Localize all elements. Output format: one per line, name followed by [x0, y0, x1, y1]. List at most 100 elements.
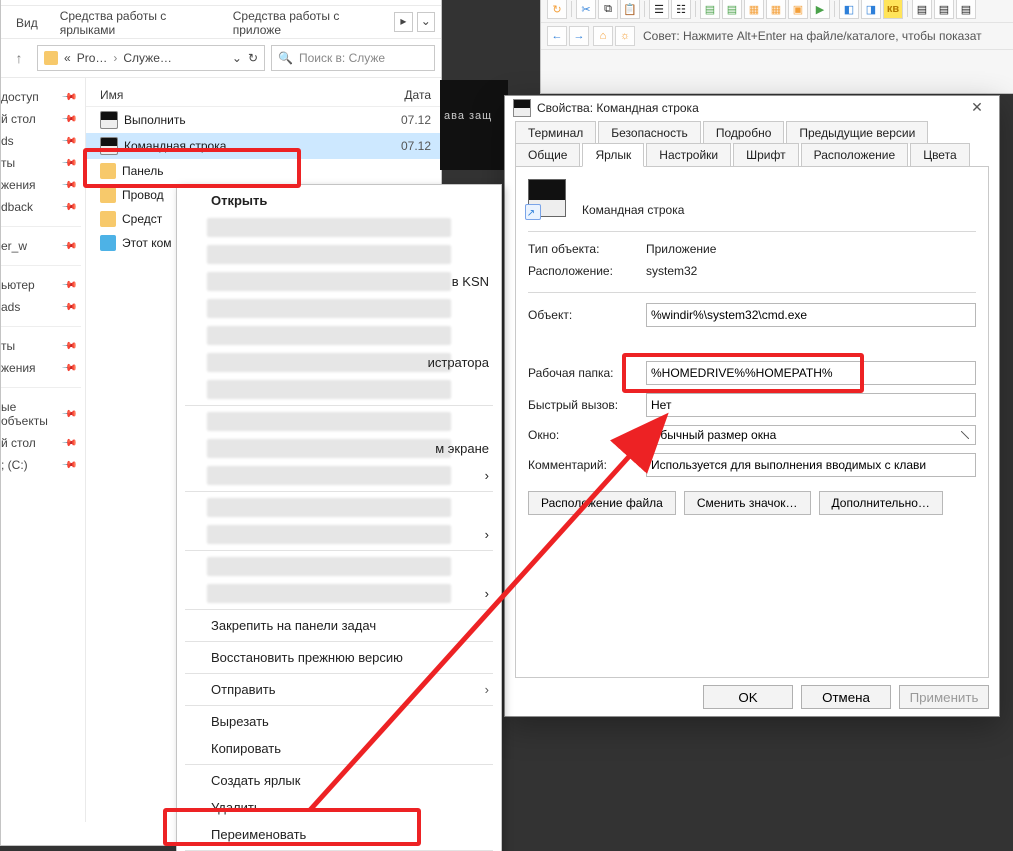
address-bar[interactable]: « Pro… › Служе… ⌄ ↻: [37, 45, 265, 71]
menu-item[interactable]: x: [177, 214, 501, 241]
menu-item[interactable]: x м экране: [177, 435, 501, 462]
advanced-button[interactable]: Дополнительно…: [819, 491, 943, 515]
zip-icon[interactable]: ▦: [744, 0, 764, 19]
copy-icon[interactable]: ⧉: [598, 0, 618, 19]
refresh-icon[interactable]: ↻: [547, 0, 567, 19]
menu-item[interactable]: x: [177, 408, 501, 435]
tab-Шрифт[interactable]: Шрифт: [733, 143, 798, 167]
sidebar-item[interactable]: ads📌: [1, 296, 81, 318]
menu-item[interactable]: x: [177, 295, 501, 322]
menu-item[interactable]: Переименовать: [177, 821, 501, 848]
menu-item[interactable]: Отправить ›: [177, 676, 501, 703]
tab-Расположение[interactable]: Расположение: [801, 143, 909, 167]
view-icon[interactable]: ☷: [671, 0, 691, 19]
file-icon[interactable]: ▤: [722, 0, 742, 19]
menu-item[interactable]: Вырезать: [177, 708, 501, 735]
column-date[interactable]: Дата: [375, 88, 441, 102]
ribbon-tab[interactable]: Вид: [7, 9, 47, 36]
close-button[interactable]: ✕: [395, 0, 435, 4]
tab-Терминал[interactable]: Терминал: [515, 121, 596, 144]
menu-item[interactable]: x истратора: [177, 349, 501, 376]
open-location-button[interactable]: Расположение файла: [528, 491, 676, 515]
sidebar-item[interactable]: er_w📌: [1, 235, 81, 257]
ribbon-tab[interactable]: Средства работы с ярлыками: [51, 2, 220, 43]
sidebar-item[interactable]: й стол📌: [1, 108, 81, 130]
package-icon[interactable]: ▣: [788, 0, 808, 19]
tab-Общие[interactable]: Общие: [515, 143, 580, 167]
cancel-button[interactable]: Отмена: [801, 685, 891, 709]
tab-Подробно[interactable]: Подробно: [703, 121, 785, 144]
menu-item[interactable]: x: [177, 241, 501, 268]
tool-icon[interactable]: ▤: [912, 0, 932, 19]
tab-Безопасность[interactable]: Безопасность: [598, 121, 701, 144]
hotkey-input[interactable]: [646, 393, 976, 417]
tab-Цвета[interactable]: Цвета: [910, 143, 969, 167]
fwd-icon[interactable]: →: [569, 26, 589, 46]
back-icon[interactable]: ←: [547, 26, 567, 46]
menu-item[interactable]: Создать ярлык: [177, 767, 501, 794]
close-icon[interactable]: ✕: [961, 99, 993, 116]
change-icon-button[interactable]: Сменить значок…: [684, 491, 811, 515]
menu-item[interactable]: x: [177, 494, 501, 521]
sidebar-item[interactable]: dback📌: [1, 196, 81, 218]
sidebar-item[interactable]: доступ📌: [1, 86, 81, 108]
sidebar-item[interactable]: ты📌: [1, 335, 81, 357]
search-input[interactable]: 🔍 Поиск в: Служе: [271, 45, 435, 71]
apply-button[interactable]: Применить: [899, 685, 989, 709]
ribbon-tab[interactable]: Средства работы с приложе: [224, 2, 386, 43]
tc-toolbar-1[interactable]: ↻ ✂ ⧉ 📋 ☰ ☷ ▤ ▤ ▦ ▦ ▣ ▶ ◧ ◨ кв ▤ ▤ ▤: [541, 0, 1013, 23]
home-icon[interactable]: ⌂: [593, 26, 613, 46]
cut-icon[interactable]: ✂: [576, 0, 596, 19]
tab-Предыдущие версии[interactable]: Предыдущие версии: [786, 121, 928, 144]
play-icon[interactable]: ▸: [394, 12, 412, 32]
explorer-sidebar[interactable]: доступ📌 й стол📌 ds📌 ты📌 жения📌 dback📌 er…: [1, 78, 86, 822]
target-input[interactable]: [646, 303, 976, 327]
file-icon[interactable]: ▤: [700, 0, 720, 19]
menu-item[interactable]: Открыть: [177, 187, 501, 214]
working-folder-input[interactable]: [646, 361, 976, 385]
sidebar-item[interactable]: ьютер📌: [1, 274, 81, 296]
tc-toolbar-2[interactable]: ← → ⌂ ☼ Совет: Нажмите Alt+Enter на файл…: [541, 23, 1013, 50]
sidebar-item[interactable]: ds📌: [1, 130, 81, 152]
tool-icon[interactable]: ▤: [956, 0, 976, 19]
expand-ribbon-button[interactable]: ⌄: [417, 12, 435, 32]
net-icon[interactable]: ◨: [861, 0, 881, 19]
view-icon[interactable]: ☰: [649, 0, 669, 19]
ftp-icon[interactable]: ◧: [839, 0, 859, 19]
menu-item[interactable]: x ›: [177, 462, 501, 489]
sun-icon[interactable]: ☼: [615, 26, 635, 46]
zip-icon[interactable]: ▦: [766, 0, 786, 19]
menu-item[interactable]: Удалить: [177, 794, 501, 821]
sidebar-item[interactable]: ты📌: [1, 152, 81, 174]
list-item[interactable]: Панель: [86, 159, 441, 183]
menu-item[interactable]: Восстановить прежнюю версию: [177, 644, 501, 671]
sidebar-item[interactable]: ые объекты📌: [1, 396, 81, 432]
menu-item[interactable]: Копировать: [177, 735, 501, 762]
context-menu[interactable]: Открыть x x x в KSN x x x истратора x x …: [176, 184, 502, 851]
tool-icon[interactable]: ▤: [934, 0, 954, 19]
chevron-down-icon[interactable]: ⌄: [232, 51, 242, 65]
comment-input[interactable]: [646, 453, 976, 477]
sidebar-item[interactable]: ; (C:)📌: [1, 454, 81, 476]
window-mode-select[interactable]: Обычный размер окна: [646, 425, 976, 445]
list-item[interactable]: Командная строка 07.12: [86, 133, 441, 159]
sidebar-item[interactable]: жения📌: [1, 357, 81, 379]
run-icon[interactable]: ▶: [810, 0, 830, 19]
refresh-icon[interactable]: ↻: [248, 51, 258, 65]
tab-Ярлык[interactable]: Ярлык: [582, 143, 644, 167]
menu-item[interactable]: x ›: [177, 580, 501, 607]
sidebar-item[interactable]: жения📌: [1, 174, 81, 196]
menu-item[interactable]: x: [177, 553, 501, 580]
kv-icon[interactable]: кв: [883, 0, 903, 19]
menu-item[interactable]: Закрепить на панели задач: [177, 612, 501, 639]
paste-icon[interactable]: 📋: [620, 0, 640, 19]
menu-item[interactable]: x ›: [177, 521, 501, 548]
nav-up-button[interactable]: ↑: [7, 46, 31, 70]
sidebar-item[interactable]: й стол📌: [1, 432, 81, 454]
tab-Настройки[interactable]: Настройки: [646, 143, 731, 167]
column-name[interactable]: Имя: [100, 88, 375, 102]
list-item[interactable]: Выполнить 07.12: [86, 107, 441, 133]
menu-item[interactable]: x: [177, 376, 501, 403]
menu-item[interactable]: x в KSN: [177, 268, 501, 295]
ok-button[interactable]: OK: [703, 685, 793, 709]
